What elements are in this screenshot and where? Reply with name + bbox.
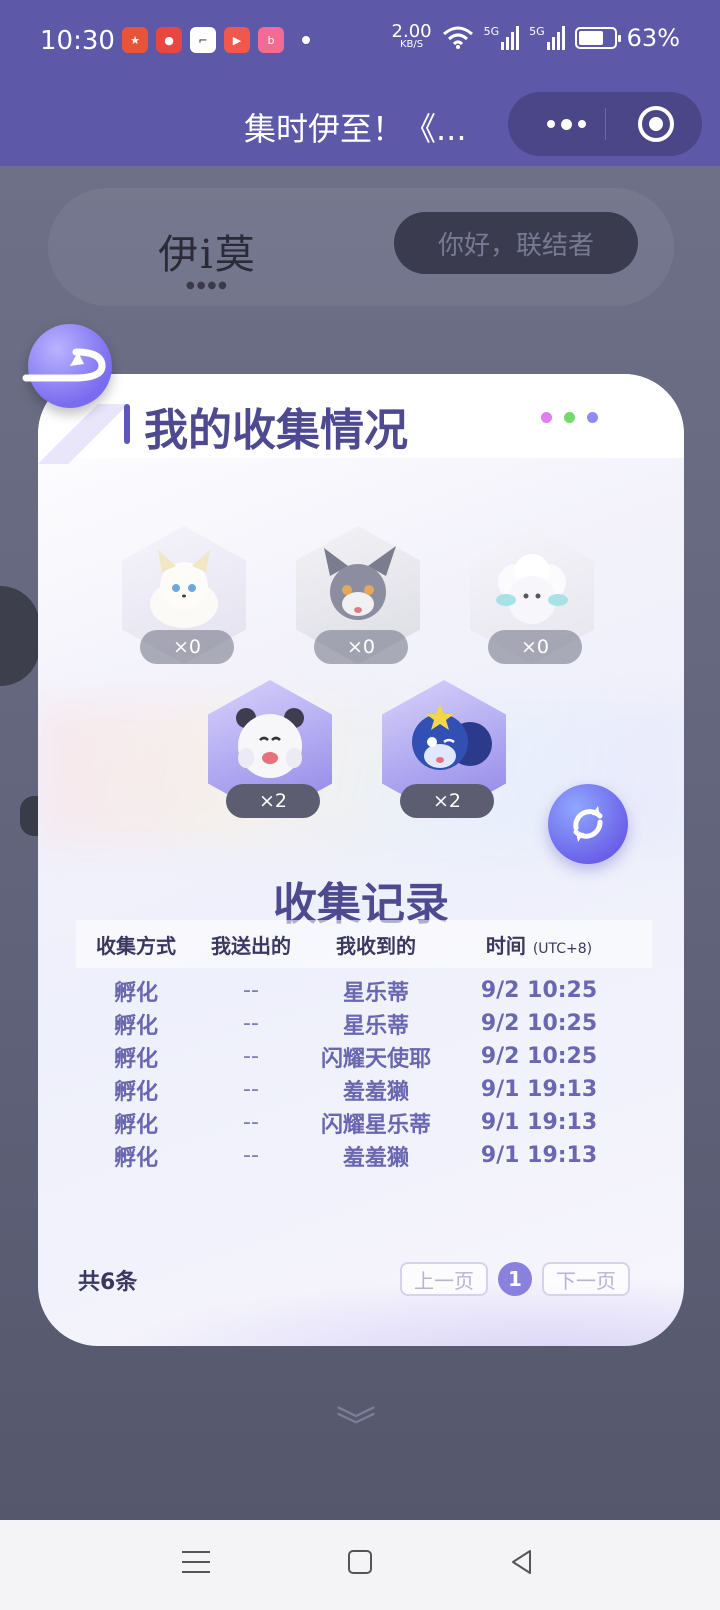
more-options-button[interactable] xyxy=(536,110,596,138)
pig-app-icon: ● xyxy=(156,27,182,53)
col-received: 我收到的 xyxy=(336,933,416,958)
pet-card: ×2 xyxy=(208,680,332,818)
greeting-button: 你好，联结者 xyxy=(394,212,638,274)
pet-count-badge: ×2 xyxy=(400,784,494,818)
col-time: 时间 (UTC+8) xyxy=(485,933,593,958)
col-sent: 我送出的 xyxy=(211,933,291,958)
records-table-body: 孵化 -- 星乐蒂 9/2 10:25 孵化 -- 星乐蒂 9/2 10:25 … xyxy=(76,974,652,1172)
brand-logo: 伊i莫 xyxy=(158,232,257,278)
game-app-icon: ★ xyxy=(122,27,148,53)
status-time: 10:30 xyxy=(40,26,115,56)
video-app-icon: ▶ xyxy=(224,27,250,53)
home-button[interactable] xyxy=(348,1550,372,1574)
wifi-icon xyxy=(442,26,473,49)
dot-green xyxy=(564,412,575,423)
table-row: 孵化 -- 星乐蒂 9/2 10:25 xyxy=(113,978,598,1006)
table-row: 孵化 -- 羞羞獭 9/1 19:13 xyxy=(113,1077,598,1105)
dot-pink xyxy=(541,412,552,423)
notification-icons: ★ ● ⌐ ▶ b xyxy=(122,27,310,53)
pet-count-badge: ×2 xyxy=(226,784,320,818)
dot-blue xyxy=(587,412,598,423)
refresh-button[interactable] xyxy=(548,784,628,864)
more-notifications-dot xyxy=(302,36,310,44)
signal-1: 5G xyxy=(484,26,520,50)
current-page-indicator[interactable]: 1 xyxy=(498,1262,532,1296)
top-bar: 10:30 ★ ● ⌐ ▶ b 2.00 KB/S 5G 5G 63% 集时伊至… xyxy=(0,0,720,166)
pet-card: ×2 xyxy=(382,680,506,818)
bg-decoration xyxy=(0,586,40,686)
system-nav-bar xyxy=(0,1520,720,1610)
pet-count-badge: ×0 xyxy=(140,630,234,664)
header-dots xyxy=(541,412,598,423)
signal-2: 5G xyxy=(529,26,565,50)
pet-card: ×0 xyxy=(470,526,594,664)
back-button[interactable] xyxy=(22,324,112,408)
back-arrow-icon xyxy=(22,348,106,382)
refresh-icon xyxy=(573,806,603,842)
pet-count-badge: ×0 xyxy=(314,630,408,664)
bilibili-app-icon: b xyxy=(258,27,284,53)
capsule-divider xyxy=(605,108,606,140)
collection-modal: 我的收集情况 ×0 ×0 ×0 ×2 ×2 收集记录 收集方式 我送出的 我收到… xyxy=(38,374,684,1346)
title-accent-bar xyxy=(124,404,130,444)
white-fox-pet-image xyxy=(150,550,218,628)
records-table-header: 收集方式 我送出的 我收到的 时间 (UTC+8) xyxy=(76,920,652,968)
pet-card: ×0 xyxy=(122,526,246,664)
signal-bars-icon xyxy=(501,26,520,50)
table-row: 孵化 -- 闪耀天使耶 9/2 10:25 xyxy=(113,1044,598,1072)
signal-bars-icon xyxy=(546,26,565,50)
modal-title: 我的收集情况 xyxy=(144,405,408,456)
header-decoration xyxy=(38,404,128,464)
panda-seal-pet-image xyxy=(236,708,304,778)
col-method: 收集方式 xyxy=(96,933,176,958)
network-speed: 2.00 KB/S xyxy=(391,21,432,51)
pet-count-badge: ×0 xyxy=(488,630,582,664)
pagination: 上一页 1 下一页 xyxy=(400,1262,630,1296)
table-row: 孵化 -- 星乐蒂 9/2 10:25 xyxy=(113,1011,598,1039)
battery-icon xyxy=(574,27,621,49)
record-total: 共6条 xyxy=(78,1270,138,1295)
table-row: 孵化 -- 羞羞獭 9/1 19:13 xyxy=(113,1143,598,1171)
status-bar: 10:30 ★ ● ⌐ ▶ b 2.00 KB/S 5G 5G 63% xyxy=(0,0,720,86)
status-right: 2.00 KB/S 5G 5G 63% xyxy=(391,21,680,53)
close-miniprogram-button[interactable] xyxy=(638,106,674,142)
page-title: 集时伊至！《... xyxy=(244,110,467,148)
battery-level: 63% xyxy=(626,24,680,52)
scroll-down-icon: ︾ xyxy=(336,1404,376,1450)
recent-apps-button[interactable] xyxy=(182,1548,210,1576)
pet-card: ×0 xyxy=(296,526,420,664)
modal-header: 我的收集情况 xyxy=(38,374,684,464)
system-back-button[interactable] xyxy=(508,1548,536,1576)
fluffy-sheep-pet-image xyxy=(496,554,568,624)
miniprogram-capsule xyxy=(508,92,702,156)
grey-cat-pet-image xyxy=(324,546,396,620)
prev-page-button[interactable]: 上一页 xyxy=(400,1262,488,1296)
bracket-app-icon: ⌐ xyxy=(190,27,216,53)
blue-squirrel-pet-image xyxy=(412,704,492,770)
next-page-button[interactable]: 下一页 xyxy=(542,1262,630,1296)
logo-dots: ●●●● xyxy=(186,280,229,291)
table-row: 孵化 -- 闪耀星乐蒂 9/1 19:13 xyxy=(113,1110,598,1138)
